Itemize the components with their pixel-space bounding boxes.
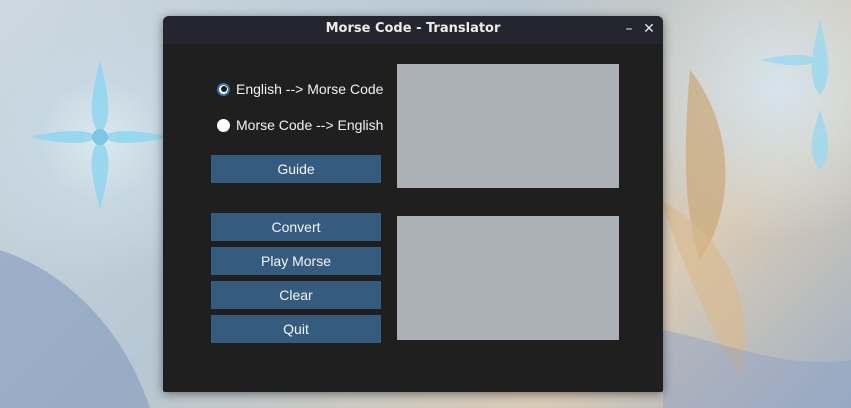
radio-selected-icon[interactable] <box>217 82 230 96</box>
output-text-area[interactable] <box>397 216 619 340</box>
play-morse-button[interactable]: Play Morse <box>211 247 381 275</box>
window-title: Morse Code - Translator <box>325 21 501 36</box>
title-bar[interactable]: Morse Code - Translator – ✕ <box>163 16 663 44</box>
convert-button[interactable]: Convert <box>211 213 381 241</box>
input-text-area[interactable] <box>397 64 619 188</box>
radio-english-to-morse[interactable]: English --> Morse Code <box>217 79 383 99</box>
quit-button[interactable]: Quit <box>211 315 381 343</box>
app-window: Morse Code - Translator – ✕ English --> … <box>163 16 663 392</box>
close-button[interactable]: ✕ <box>641 21 657 37</box>
clear-button[interactable]: Clear <box>211 281 381 309</box>
radio-morse-to-english-label: Morse Code --> English <box>236 117 384 133</box>
guide-button[interactable]: Guide <box>211 155 381 183</box>
radio-english-to-morse-label: English --> Morse Code <box>236 81 384 97</box>
radio-unselected-icon[interactable] <box>217 118 230 132</box>
radio-morse-to-english[interactable]: Morse Code --> English <box>217 115 383 135</box>
minimize-button[interactable]: – <box>621 21 637 37</box>
